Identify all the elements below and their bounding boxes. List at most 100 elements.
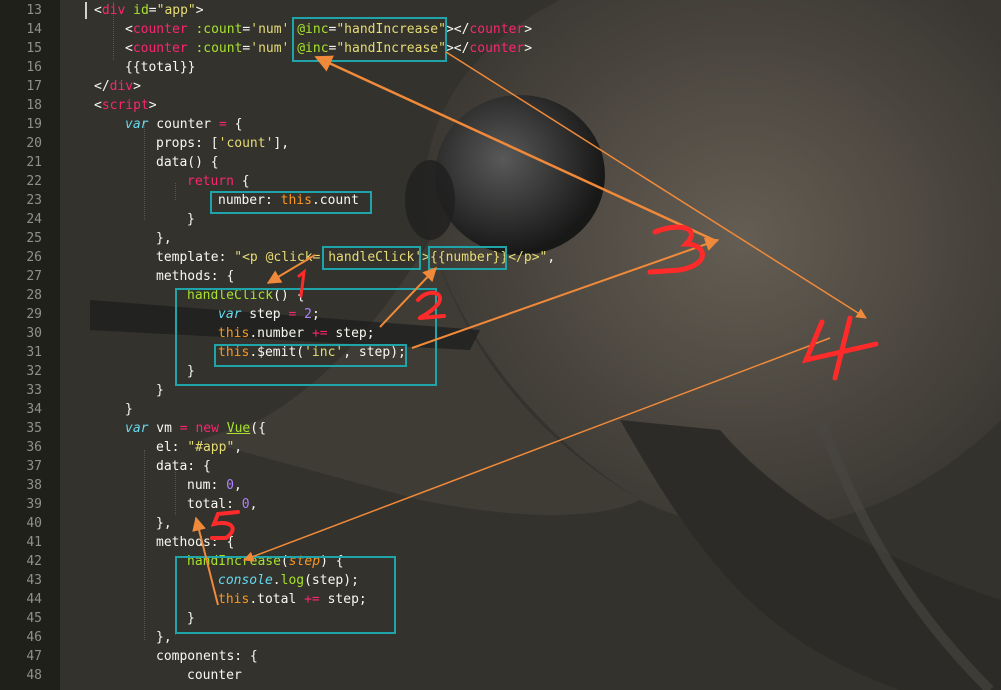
highlight-box-number-template: [428, 246, 507, 270]
code-token: ,: [547, 250, 556, 265]
line-number: 41: [26, 535, 42, 550]
line-number: 23: [26, 193, 42, 208]
highlight-box-handincrease-method: [175, 556, 396, 634]
code-line[interactable]: },: [156, 628, 172, 647]
code-token: {: [233, 174, 250, 189]
code-token: },: [156, 516, 172, 531]
code-line[interactable]: counter: [187, 666, 242, 685]
code-token: <: [94, 98, 102, 113]
highlight-box-inc-14-15: [292, 17, 447, 62]
code-token: 0: [241, 497, 250, 512]
text-cursor: [85, 2, 87, 19]
code-line[interactable]: total: 0,: [187, 495, 257, 514]
code-line[interactable]: num: 0,: [187, 476, 242, 495]
code-line[interactable]: },: [156, 229, 172, 248]
code-line[interactable]: data: {: [156, 457, 211, 476]
code-line[interactable]: methods: {: [156, 533, 234, 552]
line-number: 31: [26, 345, 42, 360]
code-line[interactable]: <div id="app">: [94, 1, 204, 20]
code-token: 'count': [218, 136, 274, 151]
code-token: id: [133, 3, 149, 18]
line-number: 37: [26, 459, 42, 474]
code-line[interactable]: var vm = new Vue({: [125, 419, 266, 438]
line-number: 30: [26, 326, 42, 341]
code-token: var: [125, 117, 149, 132]
code-token: counter: [469, 22, 525, 37]
code-token: "#app": [187, 440, 235, 455]
code-line[interactable]: <script>: [94, 96, 157, 115]
indent-guide: [175, 183, 176, 200]
code-line[interactable]: }: [125, 400, 133, 419]
code-token: components: {: [156, 649, 258, 664]
code-token: ,: [249, 497, 258, 512]
highlight-box-handleclick-template: [322, 246, 421, 270]
code-token: <: [125, 22, 133, 37]
line-number: 32: [26, 364, 42, 379]
code-token: counter: [132, 22, 188, 37]
code-token: },: [156, 231, 172, 246]
code-line[interactable]: el: "#app",: [156, 438, 242, 457]
code-line[interactable]: </div>: [94, 77, 141, 96]
code-token: =: [148, 3, 157, 18]
line-number: 36: [26, 440, 42, 455]
code-token: Vue: [226, 421, 251, 436]
code-token: counter: [469, 41, 525, 56]
code-token: >: [133, 79, 141, 94]
code-token: vm: [148, 421, 180, 436]
line-number: 19: [26, 117, 42, 132]
code-line[interactable]: {{total}}: [125, 58, 195, 77]
code-line[interactable]: data() {: [156, 153, 219, 172]
code-token: counter: [187, 668, 242, 683]
line-number: 15: [26, 41, 42, 56]
highlight-box-emit: [214, 344, 407, 367]
code-token: counter: [132, 41, 188, 56]
code-token: }: [156, 383, 164, 398]
code-line[interactable]: }: [156, 381, 164, 400]
code-line[interactable]: methods: {: [156, 267, 234, 286]
line-number: 28: [26, 288, 42, 303]
line-number: 24: [26, 212, 42, 227]
line-number: 45: [26, 611, 42, 626]
code-token: data() {: [156, 155, 219, 170]
code-token: ,: [234, 440, 243, 455]
line-number: 35: [26, 421, 42, 436]
line-number: 22: [26, 174, 42, 189]
code-token: >: [524, 22, 533, 37]
code-token: total:: [187, 497, 242, 512]
code-token: var: [125, 421, 149, 436]
code-token: new: [195, 421, 219, 436]
code-token: }: [125, 402, 133, 417]
code-token: >: [148, 98, 157, 113]
line-number: 47: [26, 649, 42, 664]
code-token: ></: [445, 41, 470, 56]
code-line[interactable]: props: ['count'],: [156, 134, 289, 153]
line-number: 20: [26, 136, 42, 151]
code-token: template:: [156, 250, 235, 265]
code-line[interactable]: var counter = {: [125, 115, 242, 134]
code-token: div: [109, 79, 134, 94]
code-token: methods: {: [156, 269, 235, 284]
code-line[interactable]: return {: [187, 172, 250, 191]
code-token: ({: [250, 421, 266, 436]
line-number: 18: [26, 98, 42, 113]
code-token: =: [179, 421, 188, 436]
line-number: 16: [26, 60, 42, 75]
code-line[interactable]: components: {: [156, 647, 258, 666]
code-line[interactable]: },: [156, 514, 172, 533]
code-token: >: [524, 41, 533, 56]
line-number: 34: [26, 402, 42, 417]
line-number: 27: [26, 269, 42, 284]
code-token: 'num': [250, 41, 290, 56]
line-number: 38: [26, 478, 42, 493]
code-token: {: [226, 117, 243, 132]
code-token: data: {: [156, 459, 211, 474]
code-token: num:: [187, 478, 227, 493]
code-line[interactable]: }: [187, 210, 195, 229]
line-number: 29: [26, 307, 42, 322]
indent-guide: [144, 120, 145, 220]
code-token: div: [101, 3, 126, 18]
line-number: 14: [26, 22, 42, 37]
code-editor[interactable]: 13 14 15 16 17 18 19 20 21 22 23 24 25 26 27 28 29 30 31 32…: [0, 0, 1001, 690]
code-token: },: [156, 630, 172, 645]
highlight-box-number-this-count: [210, 191, 372, 214]
